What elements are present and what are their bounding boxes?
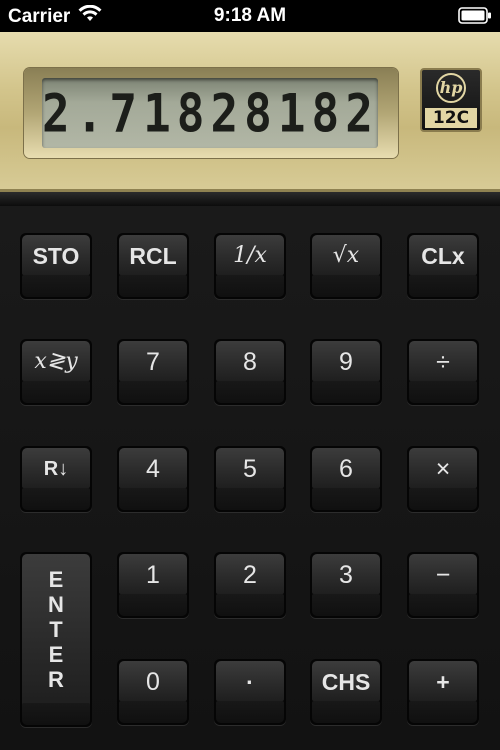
swap-key[interactable]: x≷y (20, 339, 92, 405)
digit-2-key[interactable]: 2 (214, 552, 286, 618)
decimal-point-label: · (216, 661, 284, 701)
sqrt-key-label: √x (312, 235, 380, 275)
minus-key-label: − (409, 554, 477, 594)
lcd-display: 2.718281828 (42, 78, 378, 148)
digit-4-key[interactable]: 4 (117, 446, 189, 512)
reciprocal-key[interactable]: 1/x (214, 233, 286, 299)
status-bar: Carrier 9:18 AM (0, 0, 500, 32)
swap-key-label: x≷y (22, 341, 90, 381)
digit-9-key[interactable]: 9 (310, 339, 382, 405)
divide-key-label: ÷ (409, 341, 477, 381)
multiply-key[interactable]: × (407, 446, 479, 512)
roll-down-key-label: R↓ (22, 448, 90, 488)
digit-1-key[interactable]: 1 (117, 552, 189, 618)
display-value: 2.718281828 (42, 81, 378, 145)
sto-key[interactable]: STO (20, 233, 92, 299)
enter-key[interactable]: E N T E R (20, 552, 92, 727)
digit-2-label: 2 (216, 554, 284, 594)
decimal-point-key[interactable]: · (214, 659, 286, 725)
model-label: 12C (425, 108, 477, 128)
digit-4-label: 4 (119, 448, 187, 488)
lcd-frame: 2.718281828 (24, 68, 398, 158)
chs-key[interactable]: CHS (310, 659, 382, 725)
digit-3-key[interactable]: 3 (310, 552, 382, 618)
digit-5-label: 5 (216, 448, 284, 488)
digit-3-label: 3 (312, 554, 380, 594)
digit-0-key[interactable]: 0 (117, 659, 189, 725)
clx-key-label: CLx (409, 235, 477, 275)
sto-key-label: STO (22, 235, 90, 275)
plus-key-label: + (409, 661, 477, 701)
clx-key[interactable]: CLx (407, 233, 479, 299)
hp-logo: hp (436, 73, 466, 103)
reciprocal-key-label: 1/x (216, 235, 284, 275)
multiply-key-label: × (409, 448, 477, 488)
roll-down-key[interactable]: R↓ (20, 446, 92, 512)
digit-1-label: 1 (119, 554, 187, 594)
digit-7-label: 7 (119, 341, 187, 381)
digit-6-key[interactable]: 6 (310, 446, 382, 512)
calculator-screen: Carrier 9:18 AM 2.718281828 hp 12C STO R… (0, 0, 500, 750)
plus-key[interactable]: + (407, 659, 479, 725)
minus-key[interactable]: − (407, 552, 479, 618)
sqrt-key[interactable]: √x (310, 233, 382, 299)
chs-key-label: CHS (312, 661, 380, 701)
hp-badge: hp 12C (420, 68, 482, 132)
rcl-key-label: RCL (119, 235, 187, 275)
battery-icon (458, 7, 492, 30)
digit-7-key[interactable]: 7 (117, 339, 189, 405)
digit-8-key[interactable]: 8 (214, 339, 286, 405)
status-time: 9:18 AM (213, 5, 287, 26)
display-panel: 2.718281828 hp 12C (0, 32, 500, 192)
keypad: STO RCL 1/x √x CLx x≷y 7 8 9 ÷ R↓ 4 5 6 … (0, 206, 500, 750)
enter-key-label: E N T E R (48, 567, 64, 692)
panel-divider (0, 192, 500, 206)
digit-9-label: 9 (312, 341, 380, 381)
rcl-key[interactable]: RCL (117, 233, 189, 299)
divide-key[interactable]: ÷ (407, 339, 479, 405)
digit-8-label: 8 (216, 341, 284, 381)
digit-0-label: 0 (119, 661, 187, 701)
digit-5-key[interactable]: 5 (214, 446, 286, 512)
digit-6-label: 6 (312, 448, 380, 488)
